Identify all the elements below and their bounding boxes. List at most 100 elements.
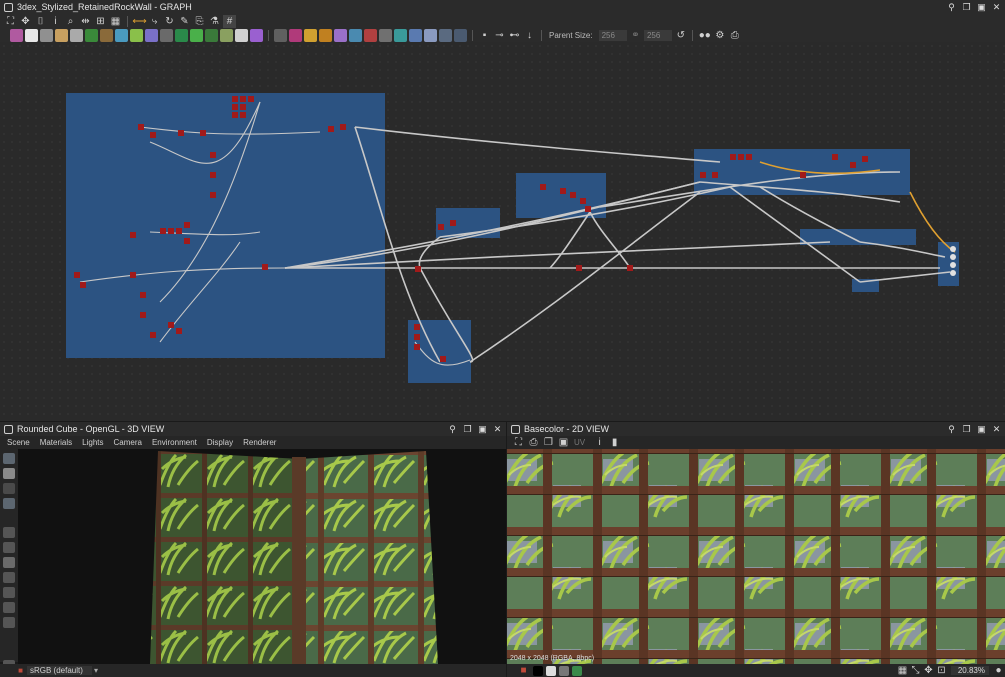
pan-tool-icon[interactable]: ✥	[922, 664, 935, 677]
copy-icon[interactable]: ❐	[542, 436, 555, 449]
snap-icon[interactable]: #	[223, 14, 236, 28]
reset-size-icon[interactable]: ↺	[674, 29, 687, 42]
node-font-icon[interactable]	[334, 28, 347, 42]
link-size-icon[interactable]: ⚭	[629, 29, 642, 42]
node-function-icon[interactable]	[274, 28, 287, 42]
menu-materials[interactable]: Materials	[40, 438, 72, 447]
uv-icon[interactable]	[3, 587, 15, 598]
chevron-down-icon[interactable]: ▾	[94, 666, 98, 675]
view3d-viewport[interactable]	[18, 449, 506, 664]
node-normal-icon[interactable]	[145, 28, 158, 42]
node-hsl-icon[interactable]	[100, 28, 113, 42]
link-icon[interactable]: ⤷	[148, 15, 161, 28]
colorspace-select[interactable]: sRGB (default)	[27, 666, 92, 675]
menu-environment[interactable]: Environment	[152, 438, 197, 447]
node-pixel-icon[interactable]	[160, 28, 173, 42]
histogram-icon[interactable]: ▮	[608, 436, 621, 449]
env-icon[interactable]	[3, 483, 15, 494]
menu-lights[interactable]: Lights	[82, 438, 103, 447]
maximize-icon[interactable]: ▣	[977, 2, 986, 12]
zoom-field[interactable]: 20.83%	[951, 666, 989, 675]
node-frame-icon[interactable]	[454, 28, 467, 42]
node-text-icon[interactable]	[289, 28, 302, 42]
menu-scene[interactable]: Scene	[7, 438, 30, 447]
camera-icon[interactable]: ⌷	[34, 15, 47, 28]
pin-icon[interactable]: ⚲	[448, 424, 457, 434]
pan-icon[interactable]: ✥	[19, 15, 32, 28]
pin-icon[interactable]: ⚲	[947, 2, 956, 12]
export-icon[interactable]: ⎘	[193, 15, 206, 28]
publish-icon[interactable]: ⎙	[728, 29, 741, 42]
refresh-icon[interactable]: ↻	[163, 15, 176, 28]
fit-icon[interactable]: ⛶	[512, 436, 525, 449]
info-icon[interactable]: i	[49, 15, 62, 28]
black-bg-icon[interactable]	[533, 665, 543, 676]
layout-icon[interactable]: ⊞	[94, 15, 107, 28]
node-levels-icon[interactable]	[55, 28, 68, 42]
info-icon[interactable]: i	[593, 436, 606, 449]
node-mask-icon[interactable]	[364, 28, 377, 42]
node-gradient-icon[interactable]	[40, 28, 53, 42]
pin-node-icon[interactable]: ⊷	[508, 29, 521, 42]
display-icon[interactable]: ▣	[557, 436, 570, 449]
node-fxmap-icon[interactable]	[175, 28, 188, 42]
maximize-icon[interactable]: ▣	[478, 424, 487, 434]
comment-icon[interactable]: ▪	[478, 29, 491, 42]
node-pattern-icon[interactable]	[235, 28, 248, 42]
axis-icon[interactable]	[3, 542, 15, 553]
pointer-icon[interactable]: ↓	[523, 29, 536, 42]
white-bg-icon[interactable]	[546, 665, 556, 676]
menu-camera[interactable]: Camera	[114, 438, 142, 447]
view2d-viewport[interactable]: 2048 x 2048 (RGBA, 8bpc)	[507, 449, 1005, 664]
menu-display[interactable]: Display	[207, 438, 233, 447]
checker-bg-icon[interactable]	[559, 665, 569, 676]
grid-toggle-icon[interactable]: ▦	[896, 664, 909, 677]
node-blend-icon[interactable]	[70, 28, 83, 42]
zoom-slider-icon[interactable]: ●	[992, 664, 1005, 677]
close-icon[interactable]: ✕	[992, 2, 1001, 12]
tools-icon[interactable]: ✎	[178, 15, 191, 28]
node-output-icon[interactable]	[409, 28, 422, 42]
parent-size-width-select[interactable]: 256	[598, 29, 627, 41]
screenshot-icon[interactable]	[3, 498, 15, 509]
layers-icon[interactable]: ■	[517, 664, 530, 677]
node-tile-icon[interactable]	[190, 28, 203, 42]
node-noise-icon[interactable]	[220, 28, 233, 42]
tangent-icon[interactable]	[3, 602, 15, 613]
node-material-icon[interactable]	[250, 28, 263, 42]
node-map-icon[interactable]	[394, 28, 407, 42]
light-icon[interactable]	[3, 468, 15, 479]
dot-icon[interactable]: ⊸	[493, 29, 506, 42]
frame-icon[interactable]	[3, 527, 15, 538]
pin-icon[interactable]: ⚲	[947, 424, 956, 434]
float-icon[interactable]: ❐	[463, 424, 472, 434]
maximize-icon[interactable]: ▣	[977, 424, 986, 434]
node-transform-icon[interactable]	[349, 28, 362, 42]
node-curve-icon[interactable]	[85, 28, 98, 42]
graph-canvas[interactable]	[0, 42, 1005, 421]
close-icon[interactable]: ✕	[992, 424, 1001, 434]
node-blur-icon[interactable]	[115, 28, 128, 42]
node-switch-icon[interactable]	[439, 28, 452, 42]
fit-view-icon[interactable]: ⊡	[935, 664, 948, 677]
float-icon[interactable]: ❐	[962, 424, 971, 434]
node-uniform-icon[interactable]	[25, 28, 38, 42]
stats-icon[interactable]	[3, 617, 15, 628]
float-icon[interactable]: ❐	[962, 2, 971, 12]
node-warp-icon[interactable]	[130, 28, 143, 42]
parent-size-height-select[interactable]: 256	[643, 29, 673, 41]
node-fx-icon[interactable]	[319, 28, 332, 42]
node-fx2-icon[interactable]	[379, 28, 392, 42]
tiled-bg-icon[interactable]	[572, 665, 582, 676]
node-shape-icon[interactable]	[205, 28, 218, 42]
menu-renderer[interactable]: Renderer	[243, 438, 276, 447]
flask-icon[interactable]: ⚗	[208, 15, 221, 28]
compute-icon[interactable]: ⚙	[713, 29, 726, 42]
mesh-icon[interactable]	[3, 557, 15, 568]
node-svg-icon[interactable]	[304, 28, 317, 42]
align-icon[interactable]: ⇹	[79, 15, 92, 28]
frame-all-icon[interactable]: ⛶	[4, 15, 17, 28]
connect-icon[interactable]: ⟷	[132, 15, 146, 28]
record-icon[interactable]	[3, 453, 15, 464]
node-bitmap-icon[interactable]	[10, 28, 23, 42]
